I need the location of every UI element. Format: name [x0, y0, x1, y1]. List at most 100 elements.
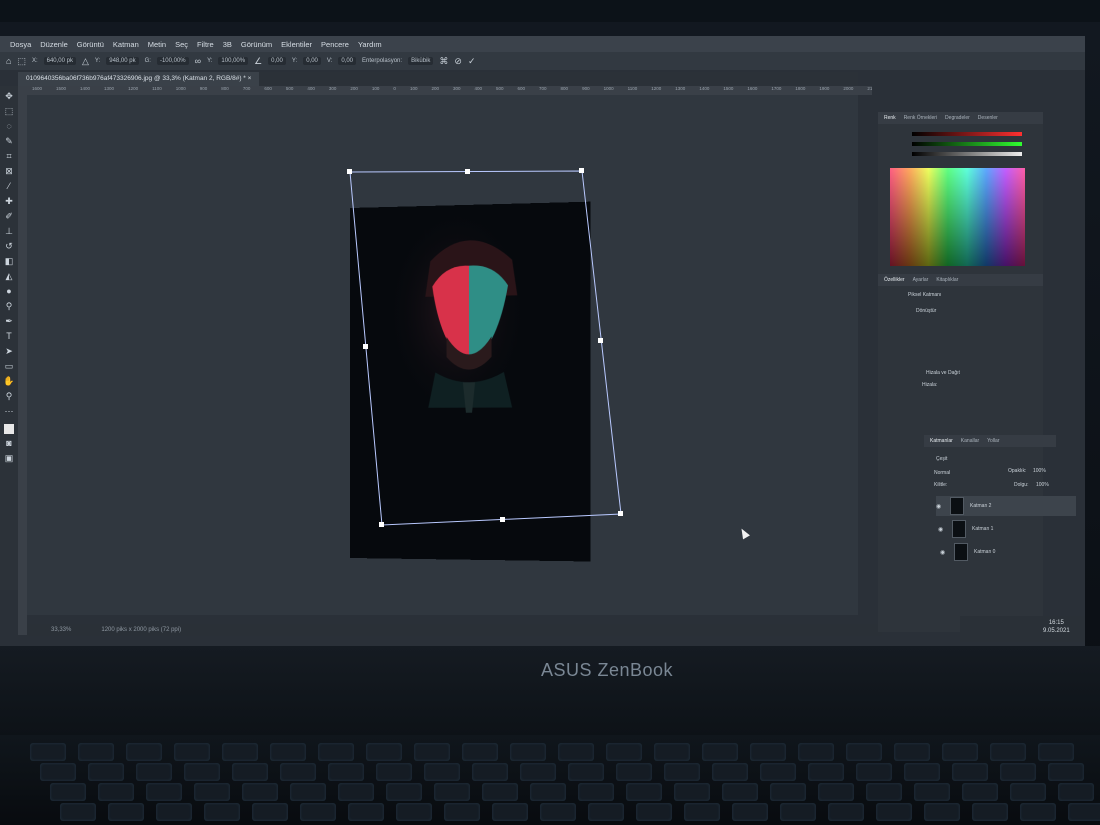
- keyboard-key: [108, 803, 144, 821]
- eye-icon[interactable]: ◉: [936, 503, 944, 510]
- tab-kanallar[interactable]: Kanallar: [961, 438, 979, 444]
- keyboard-key: [520, 763, 556, 781]
- keyboard-key: [732, 803, 768, 821]
- keyboard-key: [194, 783, 230, 801]
- fill-label: Dolgu:: [1014, 482, 1029, 488]
- layers-panel-tabs: Katmanlar Kanallar Yollar: [924, 435, 1056, 447]
- keyboard-key: [894, 743, 930, 761]
- keyboard-key: [664, 763, 700, 781]
- taskbar-clock[interactable]: 16:15 9.05.2021: [1043, 619, 1070, 635]
- layer-thumbnail: [954, 543, 968, 561]
- transform-handle[interactable]: [379, 522, 384, 527]
- clock-date: 9.05.2021: [1043, 628, 1070, 634]
- keyboard-key: [88, 763, 124, 781]
- transform-handle[interactable]: [618, 511, 623, 516]
- keyboard-key: [338, 783, 374, 801]
- keyboard-key: [222, 743, 258, 761]
- transform-handle[interactable]: [347, 169, 352, 174]
- layer-name: Katman 0: [974, 549, 996, 555]
- tab-kitapliklar[interactable]: Kitaplıklar: [936, 277, 958, 283]
- keyboard-key: [242, 783, 278, 801]
- keyboard-key: [492, 803, 528, 821]
- keyboard-key: [798, 743, 834, 761]
- tab-katmanlar[interactable]: Katmanlar: [930, 438, 953, 444]
- keyboard-key: [300, 803, 336, 821]
- keyboard-key: [290, 783, 326, 801]
- keyboard-key: [232, 763, 268, 781]
- keyboard-key: [146, 783, 182, 801]
- keyboard-key: [434, 783, 470, 801]
- transform-handle[interactable]: [500, 517, 505, 522]
- layer-name: Katman 2: [970, 503, 992, 509]
- layer-thumbnail: [952, 520, 966, 538]
- keyboard-key: [540, 803, 576, 821]
- keyboard-key: [482, 783, 518, 801]
- keyboard-key: [866, 783, 902, 801]
- laptop-keyboard: [0, 735, 1100, 825]
- color-spectrum[interactable]: [890, 168, 1025, 266]
- keyboard-key: [828, 803, 864, 821]
- tab-renk-ornekleri[interactable]: Renk Örnekleri: [904, 115, 937, 121]
- eye-icon[interactable]: ◉: [940, 549, 948, 556]
- eye-icon[interactable]: ◉: [938, 526, 946, 533]
- keyboard-key: [78, 743, 114, 761]
- transform-section-title[interactable]: Dönüştür: [916, 308, 936, 314]
- transform-handle[interactable]: [579, 168, 584, 173]
- keyboard-key: [50, 783, 86, 801]
- layer-thumbnail: [950, 497, 964, 515]
- keyboard-key: [942, 743, 978, 761]
- green-slider[interactable]: [912, 142, 1022, 146]
- tab-ozellikler[interactable]: Özellikler: [884, 277, 905, 283]
- keyboard-key: [616, 763, 652, 781]
- keyboard-key: [636, 803, 672, 821]
- keyboard-key: [462, 743, 498, 761]
- opacity-field[interactable]: 100%: [1033, 468, 1046, 474]
- keyboard-key: [924, 803, 960, 821]
- keyboard-key: [712, 763, 748, 781]
- transform-handle[interactable]: [363, 344, 368, 349]
- keyboard-key: [376, 763, 412, 781]
- tab-ayarlar[interactable]: Ayarlar: [913, 277, 929, 283]
- keyboard-key: [1068, 803, 1100, 821]
- align-label: Hizala:: [922, 382, 938, 388]
- laptop-screen: Dosya Düzenle Görüntü Katman Metin Seç F…: [0, 36, 1085, 646]
- keyboard-key: [846, 743, 882, 761]
- keyboard-key: [606, 743, 642, 761]
- transform-handle[interactable]: [598, 338, 603, 343]
- red-slider[interactable]: [912, 132, 1022, 136]
- color-panel-tabs: Renk Renk Örnekleri Degradeler Desenler: [878, 112, 1043, 124]
- keyboard-key: [204, 803, 240, 821]
- transform-handle[interactable]: [465, 169, 470, 174]
- keyboard-key: [760, 763, 796, 781]
- keyboard-key: [472, 763, 508, 781]
- layer-row[interactable]: ◉ Katman 2: [936, 496, 1076, 516]
- keyboard-key: [972, 803, 1008, 821]
- keyboard-key: [184, 763, 220, 781]
- blend-mode-select[interactable]: Normal: [934, 470, 950, 476]
- fill-field[interactable]: 100%: [1036, 482, 1049, 488]
- layer-row[interactable]: ◉ Katman 0: [940, 542, 1080, 562]
- keyboard-key: [1010, 783, 1046, 801]
- opacity-label: Opaklık:: [1008, 468, 1027, 474]
- layer-filter-search[interactable]: Çeşit: [936, 456, 947, 462]
- blue-slider[interactable]: [912, 152, 1022, 156]
- keyboard-key: [818, 783, 854, 801]
- layer-kind-label: Piksel Katmanı: [908, 292, 942, 298]
- keyboard-key: [904, 763, 940, 781]
- keyboard-key: [750, 743, 786, 761]
- keyboard-key: [156, 803, 192, 821]
- tab-renk[interactable]: Renk: [884, 115, 896, 121]
- keyboard-key: [1038, 743, 1074, 761]
- keyboard-key: [328, 763, 364, 781]
- keyboard-key: [876, 803, 912, 821]
- align-section-title[interactable]: Hizala ve Dağıt: [926, 370, 960, 376]
- zoom-level[interactable]: 33,33%: [51, 627, 71, 633]
- tab-desenler[interactable]: Desenler: [978, 115, 998, 121]
- tab-degradeler[interactable]: Degradeler: [945, 115, 970, 121]
- laptop-brand-logo: ASUS ZenBook: [541, 660, 674, 680]
- tab-yollar[interactable]: Yollar: [987, 438, 999, 444]
- layer-row[interactable]: ◉ Katman 1: [938, 519, 1078, 539]
- keyboard-key: [280, 763, 316, 781]
- keyboard-key: [136, 763, 172, 781]
- keyboard-key: [1000, 763, 1036, 781]
